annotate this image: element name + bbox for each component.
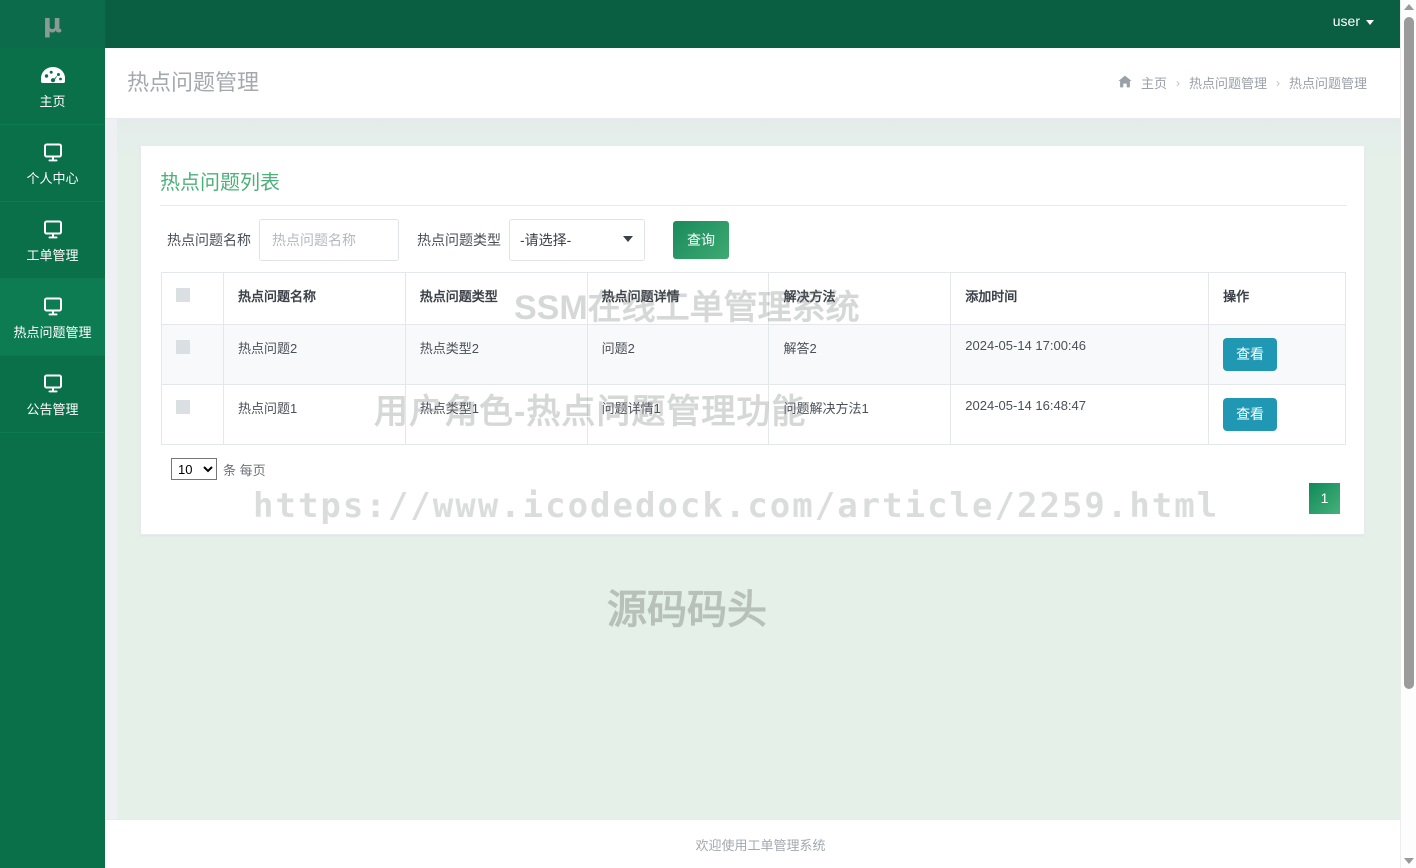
table-header-operation: 操作 xyxy=(1208,272,1346,325)
table-row: 热点问题1 热点类型1 问题详情1 问题解决方法1 2024-05-14 16:… xyxy=(161,384,1346,445)
cell-method: 问题解决方法1 xyxy=(768,384,952,445)
cell-operation: 查看 xyxy=(1208,324,1346,385)
name-filter-input[interactable] xyxy=(259,219,399,261)
type-filter-label: 热点问题类型 xyxy=(417,232,501,248)
table-header-row: 热点问题名称 热点问题类型 热点问题详情 解决方法 添加时间 操作 xyxy=(161,272,1346,325)
sidebar-item-label: 个人中心 xyxy=(26,171,79,186)
monitor-icon xyxy=(38,295,68,319)
monitor-icon xyxy=(38,141,68,165)
sidebar-item-label: 公告管理 xyxy=(26,402,79,417)
table-header-checkbox xyxy=(161,272,224,325)
user-menu-label: user xyxy=(1332,13,1360,29)
vertical-scrollbar[interactable] xyxy=(1400,0,1416,868)
monitor-icon xyxy=(38,372,68,396)
table-header-detail: 热点问题详情 xyxy=(586,272,770,325)
cell-name: 热点问题1 xyxy=(222,384,406,445)
cell-type: 热点类型2 xyxy=(404,324,588,385)
logo-glyph: μ xyxy=(42,9,63,39)
page-footer: 欢迎使用工单管理系统 xyxy=(105,819,1416,868)
breadcrumb-separator: › xyxy=(1275,75,1280,90)
pagination: 1 xyxy=(1309,483,1340,514)
hot-issue-table: 热点问题名称 热点问题类型 热点问题详情 解决方法 添加时间 操作 热点问题2 xyxy=(161,272,1346,445)
table-header-name: 热点问题名称 xyxy=(222,272,406,325)
search-button[interactable]: 查询 xyxy=(673,221,729,259)
view-button[interactable]: 查看 xyxy=(1223,338,1278,371)
view-button[interactable]: 查看 xyxy=(1223,398,1278,431)
type-filter-select[interactable]: -请选择- xyxy=(509,219,645,261)
type-filter-wrapper: -请选择- xyxy=(509,219,645,261)
monitor-icon xyxy=(38,218,68,242)
hot-issue-table-wrapper: 热点问题名称 热点问题类型 热点问题详情 解决方法 添加时间 操作 热点问题2 xyxy=(161,272,1346,445)
pagination-page-1[interactable]: 1 xyxy=(1309,483,1340,514)
search-bar: 热点问题名称 热点问题类型 -请选择- 查询 xyxy=(167,219,729,261)
cell-operation: 查看 xyxy=(1208,384,1346,445)
breadcrumb-item-home[interactable]: 主页 xyxy=(1141,73,1167,92)
sidebar: μ 主页 个人中心 工单管理 热点问题管理 公告管理 xyxy=(0,0,105,868)
breadcrumb: 主页 › 热点问题管理 › 热点问题管理 xyxy=(1118,73,1367,92)
sidebar-item-label: 热点问题管理 xyxy=(13,325,92,340)
sidebar-item-label: 工单管理 xyxy=(26,248,79,263)
sidebar-logo[interactable]: μ xyxy=(0,0,105,48)
application-window: μ 主页 个人中心 工单管理 热点问题管理 公告管理 user 热点问题管理 主… xyxy=(0,0,1416,868)
panel-title: 热点问题列表 xyxy=(160,172,280,194)
sidebar-item-announcement[interactable]: 公告管理 xyxy=(0,356,105,433)
sidebar-item-hotissue[interactable]: 热点问题管理 xyxy=(0,279,105,356)
cell-time: 2024-05-14 17:00:46 xyxy=(950,324,1210,385)
home-icon xyxy=(1118,75,1132,90)
breadcrumb-item-current: 热点问题管理 xyxy=(1288,76,1367,91)
cell-method: 解答2 xyxy=(768,324,952,385)
chevron-down-icon xyxy=(1366,19,1374,25)
table-body: 热点问题2 热点类型2 问题2 解答2 2024-05-14 17:00:46 … xyxy=(161,324,1346,445)
row-checkbox-cell xyxy=(161,384,224,445)
table-row: 热点问题2 热点类型2 问题2 解答2 2024-05-14 17:00:46 … xyxy=(161,324,1346,385)
sidebar-item-label: 主页 xyxy=(39,94,66,109)
scroll-down-arrow-icon[interactable] xyxy=(1404,858,1414,864)
page-size-control: 10 条 每页 xyxy=(171,458,266,480)
sidebar-item-workorder[interactable]: 工单管理 xyxy=(0,202,105,279)
panel-divider xyxy=(160,205,1347,206)
cell-detail: 问题2 xyxy=(586,324,770,385)
user-menu-button[interactable]: user xyxy=(1333,13,1374,29)
footer-text: 欢迎使用工单管理系统 xyxy=(695,837,826,853)
breadcrumb-item-section[interactable]: 热点问题管理 xyxy=(1189,73,1267,92)
cell-name: 热点问题2 xyxy=(222,324,406,385)
page-size-label: 条 每页 xyxy=(223,462,266,478)
table-header-type: 热点问题类型 xyxy=(404,272,588,325)
hot-issue-list-panel: 热点问题列表 热点问题名称 热点问题类型 -请选择- 查询 xyxy=(140,145,1365,535)
dashboard-icon xyxy=(38,64,68,88)
row-checkbox[interactable] xyxy=(176,399,190,414)
cell-detail: 问题详情1 xyxy=(586,384,770,445)
scroll-up-arrow-icon[interactable] xyxy=(1404,4,1414,10)
row-checkbox-cell xyxy=(161,324,224,385)
cell-time: 2024-05-14 16:48:47 xyxy=(950,384,1210,445)
scrollbar-thumb[interactable] xyxy=(1404,17,1414,689)
name-filter-label: 热点问题名称 xyxy=(167,232,251,248)
select-all-checkbox[interactable] xyxy=(176,287,190,302)
cell-type: 热点类型1 xyxy=(404,384,588,445)
table-header-time: 添加时间 xyxy=(950,272,1210,325)
top-bar: user xyxy=(105,0,1416,48)
sidebar-item-home[interactable]: 主页 xyxy=(0,48,105,125)
table-head: 热点问题名称 热点问题类型 热点问题详情 解决方法 添加时间 操作 xyxy=(161,272,1346,325)
page-title: 热点问题管理 xyxy=(127,70,260,95)
breadcrumb-separator: › xyxy=(1175,75,1180,90)
page-size-select[interactable]: 10 xyxy=(171,458,217,480)
sidebar-item-profile[interactable]: 个人中心 xyxy=(0,125,105,202)
row-checkbox[interactable] xyxy=(176,339,190,354)
table-header-method: 解决方法 xyxy=(768,272,952,325)
page-header: 热点问题管理 主页 › 热点问题管理 › 热点问题管理 xyxy=(105,48,1416,119)
